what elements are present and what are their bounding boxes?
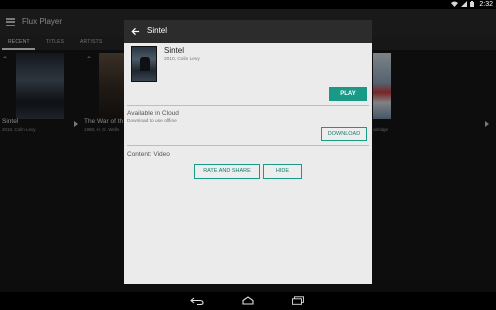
movie-title: Sintel <box>164 46 185 55</box>
cloud-availability-subtitle: Download to use offline <box>127 119 177 124</box>
signal-icon <box>461 1 467 7</box>
status-icons <box>451 1 474 7</box>
content-type-label: Content: Video <box>127 151 170 158</box>
cloud-availability-title: Available in Cloud <box>127 110 179 117</box>
dialog-header: Sintel <box>124 20 372 43</box>
wifi-icon <box>451 1 458 7</box>
details-dialog: Sintel Sintel 2010, Colin Levy PLAY Avai… <box>124 20 372 284</box>
recent-apps-icon[interactable] <box>292 296 304 305</box>
back-arrow-icon[interactable] <box>131 27 140 36</box>
divider <box>127 105 369 106</box>
movie-poster <box>131 46 157 82</box>
dialog-title: Sintel <box>147 26 168 35</box>
download-button[interactable]: DOWNLOAD <box>321 127 367 141</box>
home-icon[interactable] <box>242 296 254 305</box>
battery-icon <box>470 1 474 7</box>
movie-subtitle: 2010, Colin Levy <box>164 57 200 62</box>
rate-and-share-button[interactable]: RATE AND SHARE <box>194 164 260 179</box>
status-bar: 2:32 <box>0 0 496 9</box>
play-button[interactable]: PLAY <box>329 87 367 101</box>
navigation-bar <box>0 292 496 310</box>
clock: 2:32 <box>479 1 493 8</box>
divider <box>127 145 369 146</box>
hide-button[interactable]: HIDE <box>263 164 302 179</box>
back-icon[interactable] <box>190 297 204 305</box>
